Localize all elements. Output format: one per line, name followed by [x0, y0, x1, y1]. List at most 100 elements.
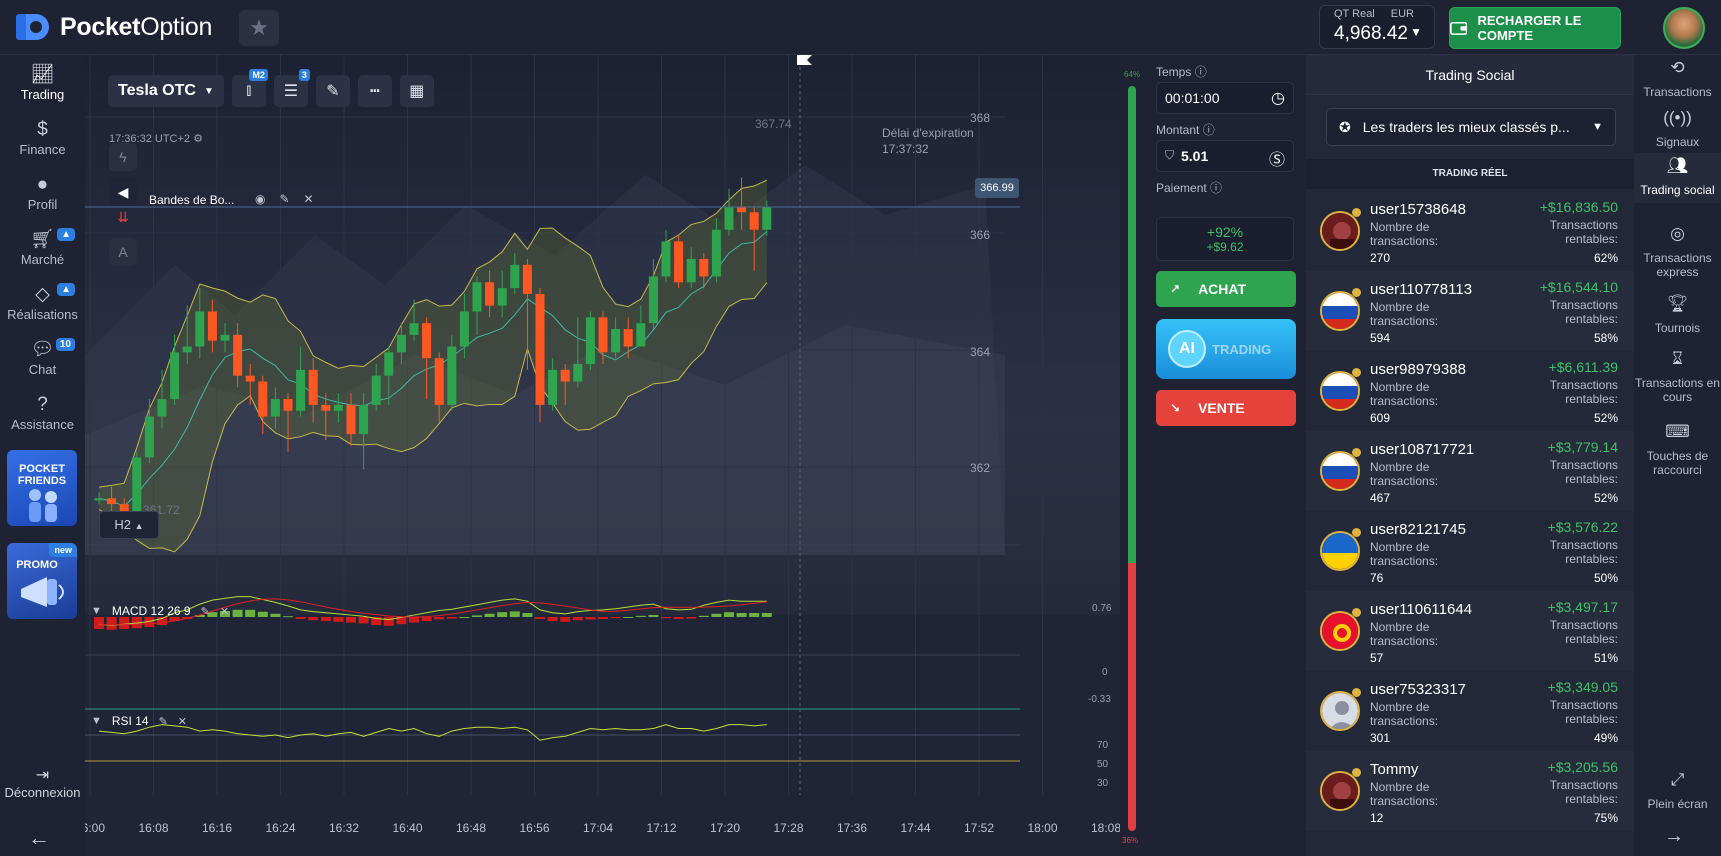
- trader-row[interactable]: user15738648 Nombre de transactions: 270 +$…: [1306, 191, 1634, 271]
- nav-shortcuts[interactable]: ⌨ Touches de raccourci: [1634, 422, 1721, 477]
- nav-ongoing[interactable]: ⌛︎ Transactions en cours: [1634, 350, 1721, 404]
- account-selector[interactable]: QT Real EUR 4,968.42 ▼: [1319, 5, 1435, 49]
- favorite-star-button[interactable]: ★: [239, 10, 279, 46]
- x-tick: 17:52: [964, 821, 995, 835]
- avatar-photo-flag-icon: [1320, 771, 1360, 811]
- clock-icon[interactable]: ◷: [1271, 88, 1285, 108]
- sell-button[interactable]: ↘ VENTE: [1156, 390, 1296, 426]
- rank-dot-icon: [1352, 448, 1361, 457]
- nav-finance[interactable]: $ Finance: [0, 118, 85, 157]
- candle-body: [359, 404, 369, 435]
- close-icon[interactable]: ✕: [178, 715, 187, 728]
- drawing-tools-button[interactable]: ✎: [315, 75, 350, 107]
- nav-signals[interactable]: ((•)) Signaux: [1634, 108, 1721, 149]
- social-title: Trading Social: [1306, 55, 1634, 95]
- flash-icon[interactable]: ϟ: [109, 143, 137, 171]
- collapse-arrow-icon[interactable]: ←: [28, 825, 50, 851]
- trader-row[interactable]: Tommy Nombre de transactions: 12 +$3,205.56…: [1306, 751, 1634, 831]
- layout-button[interactable]: ▦: [399, 75, 434, 107]
- timeframe-selector[interactable]: H2 ▲: [99, 511, 159, 539]
- nav-fullscreen[interactable]: ⤢ Plein écran: [1634, 771, 1721, 811]
- trader-row[interactable]: user108717721 Nombre de transactions: 467 +…: [1306, 431, 1634, 511]
- trader-row[interactable]: user82121745 Nombre de transactions: 76 +$3…: [1306, 511, 1634, 591]
- x-tick: 17:04: [583, 821, 614, 835]
- pocket-friends-banner[interactable]: POCKET FRIENDS: [7, 450, 77, 526]
- trader-row[interactable]: user98979388 Nombre de transactions: 609 +$…: [1306, 351, 1634, 431]
- asset-selector[interactable]: Tesla OTC ▼: [108, 75, 224, 107]
- trades-count-label: Nombre de transactions:: [1370, 780, 1439, 808]
- indicators-button[interactable]: ☰ 3: [273, 69, 310, 107]
- chart-type-button[interactable]: ⫾ M2: [231, 69, 268, 107]
- macd-bar: [472, 615, 482, 617]
- sell-signals-icon[interactable]: ⇊: [109, 203, 137, 231]
- rsi-tick: 30: [1097, 778, 1109, 789]
- close-icon[interactable]: ✕: [220, 605, 229, 618]
- nav-marche[interactable]: 🛒︎ Marché ▲: [0, 228, 85, 267]
- caret-down-icon[interactable]: ▼: [91, 715, 102, 727]
- nav-realisations[interactable]: ◇ Réalisations ▲: [0, 283, 85, 322]
- gear-icon[interactable]: ⚙: [193, 133, 203, 145]
- buy-button[interactable]: ↗ ACHAT: [1156, 271, 1296, 307]
- dollar-circle-icon[interactable]: Ⓢ: [1269, 146, 1285, 170]
- macd-bar: [346, 617, 356, 623]
- ai-icon: AI: [1168, 330, 1206, 368]
- nav-transactions[interactable]: ⟲ Transactions: [1634, 59, 1721, 99]
- caret-down-icon[interactable]: ▼: [91, 605, 102, 617]
- trades-count-label: Nombre de transactions:: [1370, 460, 1439, 488]
- chevron-down-icon: ▼: [1592, 121, 1603, 133]
- candle-body: [661, 241, 671, 277]
- text-tool-icon[interactable]: A: [109, 238, 137, 266]
- nav-express[interactable]: ◎ Transactions express: [1634, 225, 1721, 279]
- russia-flag-icon: [1320, 291, 1360, 331]
- help-icon[interactable]: ⓘ: [1195, 65, 1207, 79]
- keyboard-icon: ⌨: [1665, 422, 1690, 441]
- pencil-icon[interactable]: ✎: [201, 605, 210, 618]
- help-icon[interactable]: ⓘ: [1210, 181, 1222, 195]
- top-bar: PocketOption ★ QT Real EUR 4,968.42 ▼ RE…: [0, 0, 1721, 55]
- trader-row[interactable]: user110778113 Nombre de transactions: 594 +…: [1306, 271, 1634, 351]
- arrow-right-icon[interactable]: →: [1664, 825, 1684, 848]
- chart-toolbar: Tesla OTC ▼ ⫾ M2 ☰ 3 ✎ ┅ ▦: [108, 69, 434, 110]
- candle-body: [510, 264, 520, 289]
- candle-body: [296, 369, 306, 411]
- nav-tournaments[interactable]: 🏆︎ Tournois: [1634, 295, 1721, 335]
- pencil-icon[interactable]: ✎: [279, 192, 289, 206]
- signal-icon: ((•)): [1663, 108, 1692, 127]
- nav-assistance[interactable]: ? Assistance: [0, 393, 85, 432]
- nav-chat[interactable]: 💬︎ Chat 10: [0, 338, 85, 377]
- social-filter-dropdown[interactable]: ✪ Les traders les mieux classés p... ▼: [1326, 108, 1616, 146]
- shield-icon: ⛉: [1165, 148, 1175, 162]
- profitable-rate: 50%: [1593, 571, 1618, 585]
- nav-label: Réalisations: [7, 307, 78, 322]
- profitable-rate: 52%: [1593, 411, 1618, 425]
- pencil-icon[interactable]: ✎: [159, 715, 168, 728]
- trader-row[interactable]: user110611644 Nombre de transactions: 57 +$…: [1306, 591, 1634, 671]
- time-input[interactable]: 00:01:00 ◷: [1156, 82, 1294, 114]
- candle-body: [724, 206, 734, 230]
- rank-dot-icon: [1352, 208, 1361, 217]
- macd-tick: 0.76: [1092, 603, 1112, 614]
- user-avatar[interactable]: [1663, 7, 1705, 49]
- eye-icon[interactable]: ◉: [255, 192, 265, 206]
- nav-profil[interactable]: ● Profil: [0, 173, 85, 212]
- recharge-account-button[interactable]: RECHARGER LE COMPTE: [1449, 7, 1621, 49]
- collapse-left-icon[interactable]: ◀: [109, 178, 137, 206]
- logo[interactable]: PocketOption: [16, 12, 212, 42]
- candle-body: [321, 404, 331, 411]
- nav-social-trading[interactable]: 👥︎ Trading social: [1634, 153, 1721, 203]
- x-tick: 17:36: [837, 821, 868, 835]
- logout-button[interactable]: ⇥ Déconnexion: [0, 765, 85, 800]
- ai-trading-button[interactable]: AI TRADING: [1156, 319, 1296, 379]
- chart-area[interactable]: Tesla OTC ▼ ⫾ M2 ☰ 3 ✎ ┅ ▦ 17:36:32 UTC+2 ⚙…: [85, 55, 1120, 856]
- promo-banner[interactable]: PROMO new: [7, 543, 77, 619]
- amount-input[interactable]: ⛉ 5.01 Ⓢ: [1156, 140, 1294, 172]
- indicator-count-badge: 3: [298, 69, 310, 81]
- help-icon[interactable]: ⓘ: [1203, 123, 1215, 137]
- line-style-button[interactable]: ┅: [357, 75, 392, 107]
- russia-flag-icon: [1320, 371, 1360, 411]
- nav-trading[interactable]: 📈︎ Trading: [0, 63, 85, 102]
- close-icon[interactable]: ✕: [304, 192, 314, 206]
- trader-row[interactable]: user75323317 Nombre de transactions: 301 +$…: [1306, 671, 1634, 751]
- trader-profit: +$16,836.50: [1539, 199, 1618, 215]
- candle-body: [132, 457, 142, 516]
